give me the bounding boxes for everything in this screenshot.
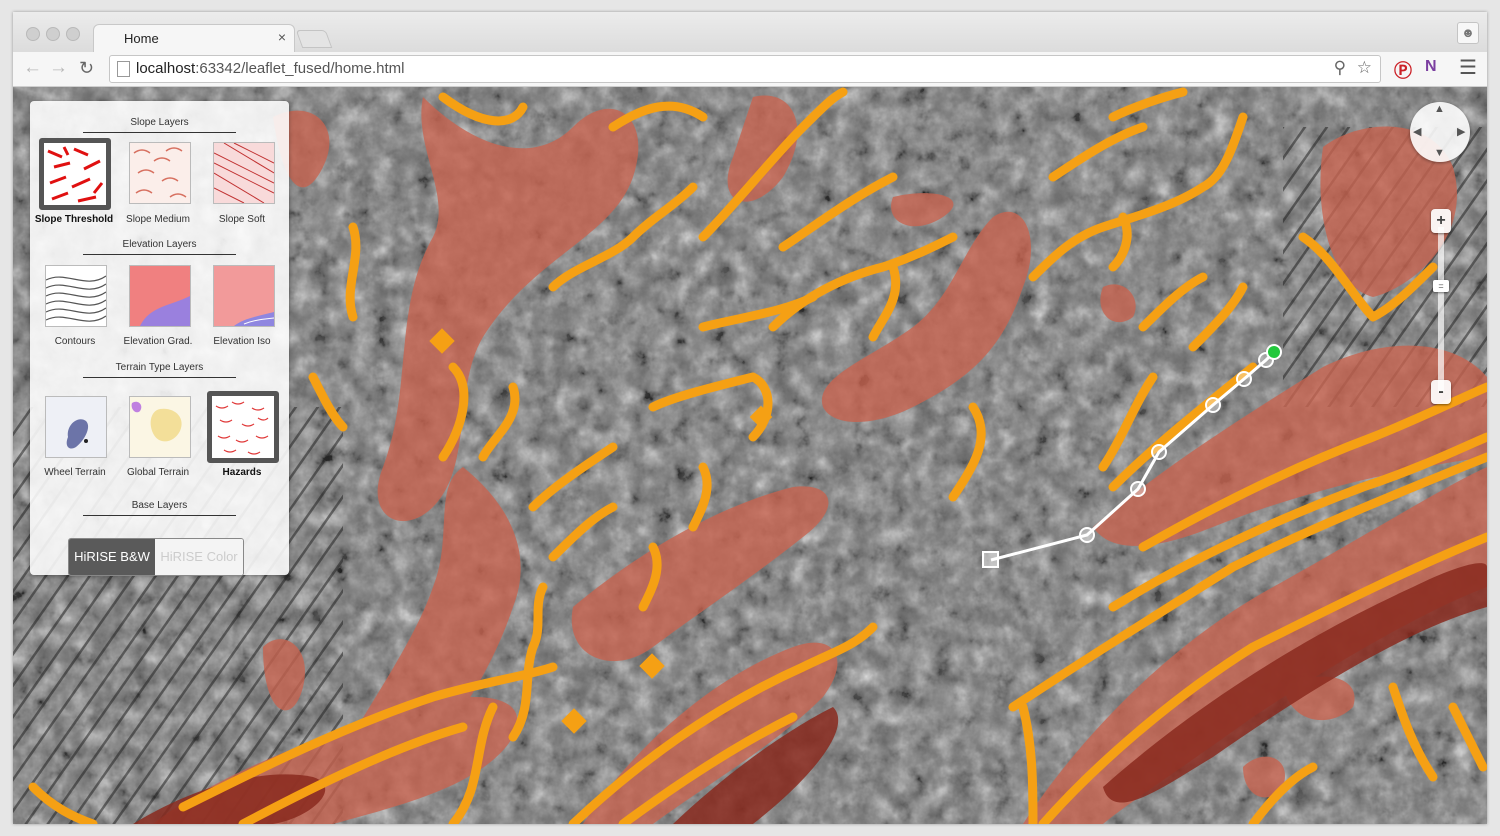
slope-layers-heading: Slope Layers bbox=[130, 117, 189, 128]
hirise-color-button[interactable]: HiRISE Color bbox=[155, 539, 243, 575]
route-waypoint[interactable] bbox=[1079, 527, 1095, 543]
slope-threshold-label: Slope Threshold bbox=[34, 214, 114, 225]
elevation-iso-label: Elevation Iso bbox=[213, 336, 271, 347]
browser-window: Home × ☻ ← → ↻ localhost:63342/leaflet_f… bbox=[13, 12, 1487, 824]
browser-toolbar: ← → ↻ localhost:63342/leaflet_fused/home… bbox=[13, 52, 1487, 87]
base-layer-toggle: HiRISE B&W HiRISE Color bbox=[68, 538, 244, 576]
address-bar-icons: ⚲ ☆ bbox=[1334, 58, 1372, 78]
hazards-thumbnail[interactable] bbox=[207, 391, 279, 463]
base-layers-heading: Base Layers bbox=[131, 500, 188, 511]
route-end-marker[interactable] bbox=[1266, 344, 1282, 360]
zoom-slider-knob[interactable]: = bbox=[1433, 280, 1449, 292]
global-terrain-label: Global Terrain bbox=[126, 467, 190, 478]
tab-title: Home bbox=[124, 31, 159, 46]
contours-label: Contours bbox=[54, 336, 96, 347]
slope-soft-label: Slope Soft bbox=[218, 214, 266, 225]
zoom-in-button[interactable]: + bbox=[1431, 209, 1451, 233]
elevation-iso-thumbnail[interactable] bbox=[213, 265, 275, 327]
wheel-terrain-thumbnail[interactable] bbox=[45, 396, 107, 458]
pan-left-icon[interactable]: ◀ bbox=[1413, 125, 1421, 138]
contours-preview bbox=[46, 266, 106, 326]
slope-medium-preview bbox=[130, 143, 190, 203]
elevation-grad-thumbnail[interactable] bbox=[129, 265, 191, 327]
section-divider bbox=[83, 254, 236, 255]
pan-down-icon[interactable]: ▼ bbox=[1434, 147, 1445, 159]
pinterest-icon[interactable]: Ⓟ bbox=[1394, 57, 1412, 83]
hirise-bw-button[interactable]: HiRISE B&W bbox=[69, 539, 155, 575]
back-arrow-icon[interactable]: ← bbox=[23, 57, 42, 79]
elevation-grad-label: Elevation Grad. bbox=[123, 336, 193, 347]
route-waypoint[interactable] bbox=[1205, 397, 1221, 413]
elevation-grad-preview bbox=[130, 266, 190, 326]
url-path: :63342/leaflet_fused/home.html bbox=[195, 60, 405, 77]
browser-tab[interactable]: Home × bbox=[93, 24, 295, 53]
slope-threshold-preview bbox=[44, 143, 106, 205]
pan-control: ▲ ▼ ◀ ▶ bbox=[1410, 102, 1470, 162]
minimize-window-button[interactable] bbox=[46, 27, 60, 41]
route-waypoint[interactable] bbox=[1151, 444, 1167, 460]
contours-thumbnail[interactable] bbox=[45, 265, 107, 327]
slope-medium-thumbnail[interactable] bbox=[129, 142, 191, 204]
person-icon[interactable]: ☻ bbox=[1457, 22, 1479, 44]
forward-arrow-icon[interactable]: → bbox=[49, 57, 68, 79]
layer-panel: Slope Layers Slope Threshold Slope Mediu… bbox=[30, 101, 289, 576]
wheel-terrain-preview bbox=[46, 397, 106, 457]
slope-soft-thumbnail[interactable] bbox=[213, 142, 275, 204]
address-bar[interactable]: localhost:63342/leaflet_fused/home.html … bbox=[109, 55, 1381, 83]
elevation-iso-preview bbox=[214, 266, 274, 326]
pan-right-icon[interactable]: ▶ bbox=[1457, 125, 1465, 138]
title-bar: Home × ☻ bbox=[13, 12, 1487, 53]
section-divider bbox=[83, 132, 236, 133]
terrain-layers-heading: Terrain Type Layers bbox=[115, 362, 204, 373]
slope-medium-label: Slope Medium bbox=[126, 214, 190, 225]
slope-threshold-thumbnail[interactable] bbox=[39, 138, 111, 210]
wheel-terrain-label: Wheel Terrain bbox=[44, 467, 106, 478]
star-icon[interactable]: ☆ bbox=[1357, 58, 1372, 77]
global-terrain-preview bbox=[130, 397, 190, 457]
zoom-out-button[interactable]: - bbox=[1431, 380, 1451, 404]
route-waypoint[interactable] bbox=[1130, 481, 1146, 497]
route-start-marker[interactable] bbox=[982, 551, 999, 568]
global-terrain-thumbnail[interactable] bbox=[129, 396, 191, 458]
hazards-preview bbox=[212, 396, 274, 458]
close-window-button[interactable] bbox=[26, 27, 40, 41]
hamburger-menu-icon[interactable]: ☰ bbox=[1459, 55, 1477, 80]
section-divider bbox=[83, 515, 236, 516]
url-host: localhost bbox=[136, 60, 196, 77]
slope-soft-preview bbox=[214, 143, 274, 203]
maximize-window-button[interactable] bbox=[66, 27, 80, 41]
tab-close-icon[interactable]: × bbox=[278, 29, 286, 45]
new-tab-button[interactable] bbox=[295, 30, 333, 48]
magnifier-icon[interactable]: ⚲ bbox=[1334, 58, 1346, 77]
hazards-label: Hazards bbox=[222, 467, 262, 478]
page-icon bbox=[117, 61, 130, 77]
url-text[interactable]: localhost:63342/leaflet_fused/home.html bbox=[136, 60, 405, 77]
pan-up-icon[interactable]: ▲ bbox=[1434, 103, 1445, 115]
elevation-layers-heading: Elevation Layers bbox=[122, 239, 197, 250]
route-waypoint[interactable] bbox=[1236, 371, 1252, 387]
onenote-icon[interactable]: N bbox=[1425, 58, 1437, 76]
map-view[interactable]: Slope Layers Slope Threshold Slope Mediu… bbox=[13, 87, 1487, 824]
zoom-slider-track[interactable] bbox=[1438, 227, 1444, 392]
reload-icon[interactable]: ↻ bbox=[79, 58, 94, 79]
section-divider bbox=[83, 377, 236, 378]
